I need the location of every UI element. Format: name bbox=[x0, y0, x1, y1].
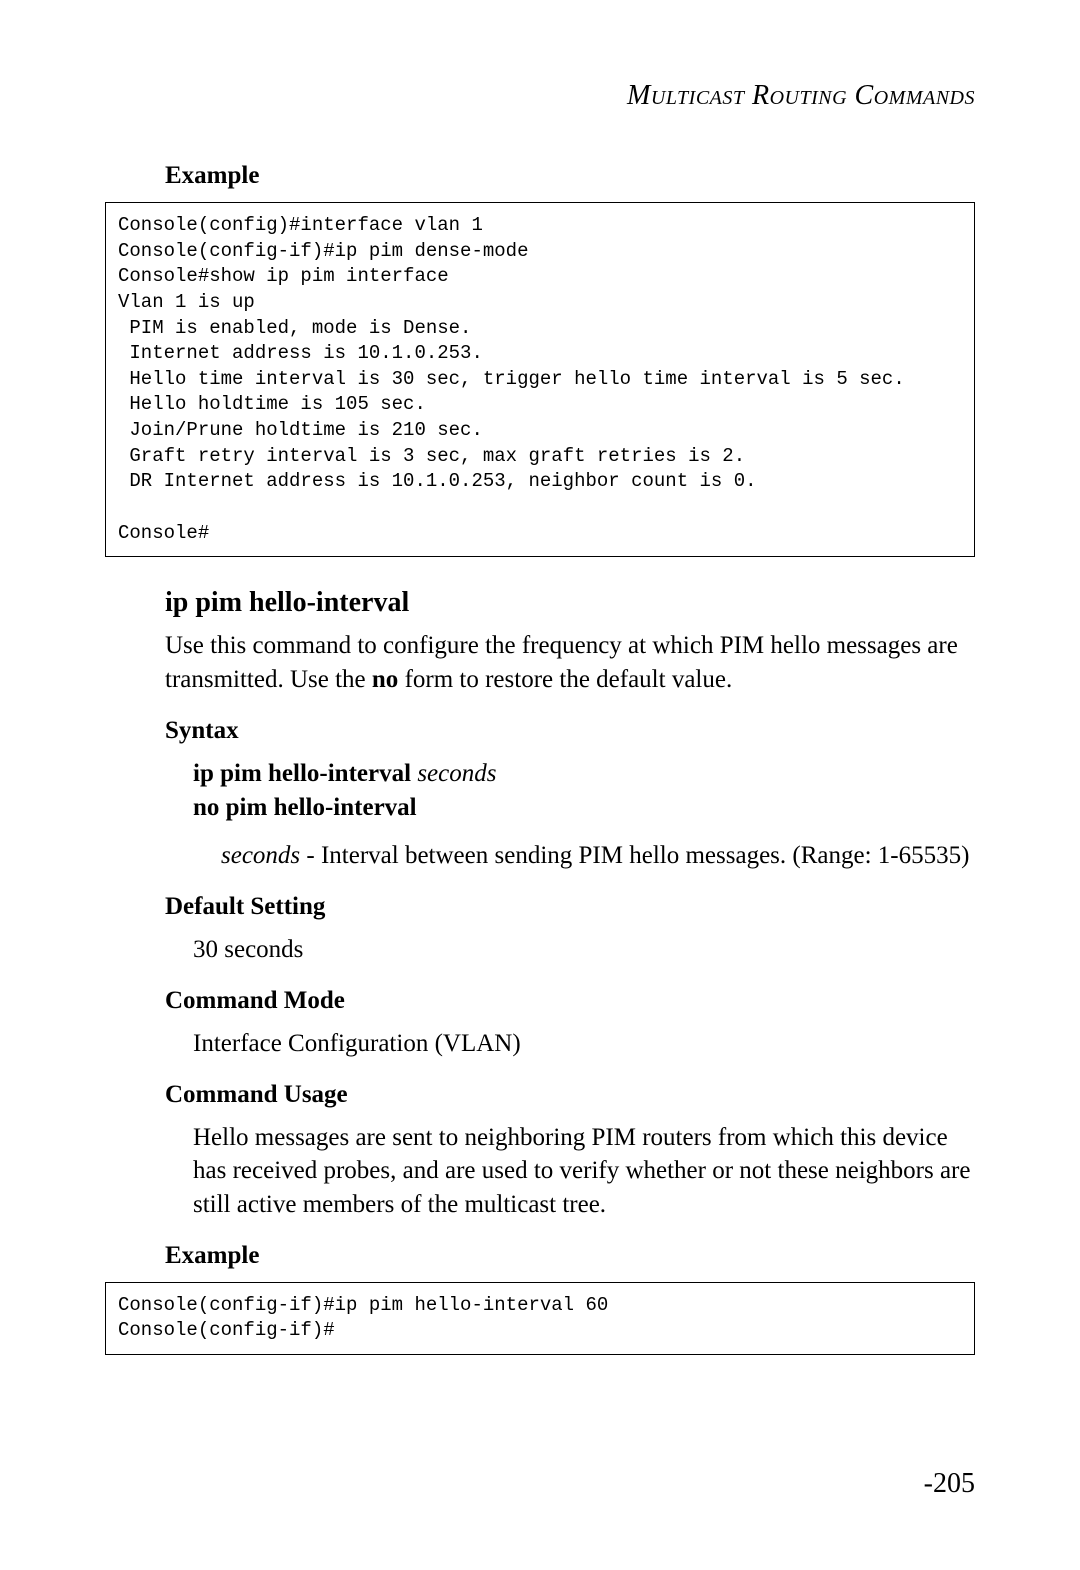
page-header-title: Multicast Routing Commands bbox=[105, 80, 975, 112]
command-title: ip pim hello-interval bbox=[165, 587, 975, 619]
code-block-2: Console(config-if)#ip pim hello-interval… bbox=[105, 1282, 975, 1355]
syntax-line-2: no pim hello-interval bbox=[193, 791, 975, 825]
command-mode-heading: Command Mode bbox=[165, 987, 975, 1015]
example-heading-1: Example bbox=[165, 162, 975, 190]
syntax-cmd-1: ip pim hello-interval bbox=[193, 760, 411, 787]
desc-bold: no bbox=[372, 666, 398, 693]
syntax-cmd-2: no pim hello-interval bbox=[193, 794, 417, 821]
command-usage-value: Hello messages are sent to neighboring P… bbox=[193, 1121, 975, 1222]
syntax-param-desc: seconds - Interval between sending PIM h… bbox=[221, 839, 975, 873]
command-mode-value: Interface Configuration (VLAN) bbox=[193, 1027, 975, 1061]
syntax-param-1: seconds bbox=[411, 760, 496, 787]
param-text: - Interval between sending PIM hello mes… bbox=[300, 842, 969, 869]
code-block-1: Console(config)#interface vlan 1 Console… bbox=[105, 202, 975, 557]
page-content: Example Console(config)#interface vlan 1… bbox=[105, 162, 975, 1355]
default-setting-heading: Default Setting bbox=[165, 893, 975, 921]
syntax-line-1: ip pim hello-interval seconds bbox=[193, 757, 975, 791]
example-heading-2: Example bbox=[165, 1242, 975, 1270]
command-description: Use this command to configure the freque… bbox=[165, 629, 975, 697]
page-number: -205 bbox=[924, 1468, 975, 1500]
desc-text-2: form to restore the default value. bbox=[398, 666, 732, 693]
param-name: seconds bbox=[221, 842, 300, 869]
syntax-block: ip pim hello-interval seconds no pim hel… bbox=[193, 757, 975, 873]
command-usage-heading: Command Usage bbox=[165, 1081, 975, 1109]
default-setting-value: 30 seconds bbox=[193, 933, 975, 967]
syntax-heading: Syntax bbox=[165, 717, 975, 745]
